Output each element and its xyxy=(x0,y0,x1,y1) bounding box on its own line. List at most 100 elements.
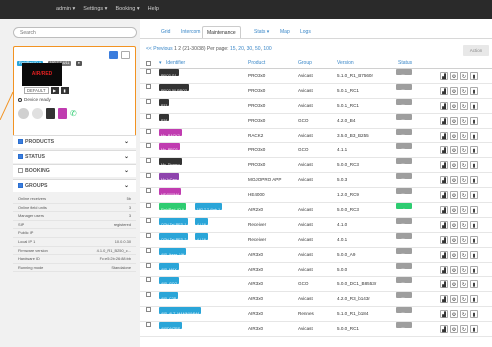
identifier-badge[interactable]: AIR_ALT_MAMMAMMA xyxy=(159,307,202,316)
video-icon[interactable]: ▮ xyxy=(60,87,69,94)
tab-map[interactable]: Map xyxy=(280,26,290,38)
settings-gear-icon[interactable]: ⚙ xyxy=(450,250,458,259)
nav-help[interactable]: Help xyxy=(148,0,159,19)
settings-gear-icon[interactable]: ⚙ xyxy=(450,220,458,229)
chevron-down-icon[interactable]: ⌄ xyxy=(124,136,129,149)
action-button[interactable]: Action xyxy=(463,45,489,56)
settings-gear-icon[interactable]: ⚙ xyxy=(450,310,458,319)
refresh-icon[interactable]: ↻ xyxy=(460,72,468,80)
delete-icon[interactable]: ▮ xyxy=(470,325,478,334)
delete-icon[interactable]: ▮ xyxy=(470,86,478,95)
row-checkbox[interactable] xyxy=(146,69,151,74)
refresh-icon[interactable]: ↻ xyxy=(460,295,468,304)
signal-icon[interactable]: ▟ xyxy=(440,310,448,319)
identifier-badge[interactable]: PRO3-50-PRO3 xyxy=(159,83,189,93)
page-size-50[interactable]: 50 xyxy=(255,46,261,52)
chevron-down-icon[interactable]: ⌄ xyxy=(124,165,129,178)
table-row[interactable]: AIR_ALT_MAMMAMMA AIR3x0 Rennes 5.1.0_R1_b18… xyxy=(140,307,492,323)
identifier-badge[interactable]: AIR_GCO xyxy=(159,277,180,286)
delete-icon[interactable]: ▮ xyxy=(470,146,478,155)
signal-icon[interactable]: ▟ xyxy=(440,295,448,304)
row-checkbox[interactable] xyxy=(146,277,151,283)
row-checkbox[interactable] xyxy=(146,247,151,253)
table-row[interactable]: My_Diverso PRO3x0 Avicast 5.0.0_RC3 offline ▟… xyxy=(140,158,492,174)
stop-icon[interactable] xyxy=(32,108,43,119)
intercom-icon[interactable] xyxy=(58,108,67,119)
booking-checkbox[interactable] xyxy=(18,168,23,174)
signal-icon[interactable]: ▟ xyxy=(440,265,448,274)
settings-gear-icon[interactable]: ⚙ xyxy=(450,86,458,95)
page-size-15[interactable]: 15 xyxy=(230,46,236,52)
col-version[interactable]: Version xyxy=(337,58,354,69)
signal-icon[interactable]: ▟ xyxy=(440,176,448,185)
row-checkbox[interactable] xyxy=(146,232,151,238)
identifier-badge[interactable]: AIR_MAX xyxy=(159,262,179,272)
signal-icon[interactable]: ▟ xyxy=(440,116,448,125)
signal-icon[interactable]: ▟ xyxy=(440,146,448,155)
tab-maintenance[interactable]: Maintenance xyxy=(202,26,241,38)
filter-status[interactable]: STATUS ⌄ xyxy=(13,150,136,163)
device-card[interactable]: FieldRed ID A 192.7.7.4/11 ● AIR/RED DEF… xyxy=(13,46,136,140)
table-row[interactable]: AIR_MAX AIR3x0 Avicast 5.0.0 offline ▟ ⚙ ↻ ▮ xyxy=(140,262,492,278)
delete-icon[interactable]: ▮ xyxy=(470,280,478,289)
chevron-down-icon[interactable]: ⌄ xyxy=(124,151,129,164)
delete-icon[interactable]: ▮ xyxy=(470,131,478,140)
identifier-badge[interactable]: FieldRed_ID A xyxy=(159,203,187,212)
settings-gear-icon[interactable]: ⚙ xyxy=(450,235,458,244)
tab-stats[interactable]: Stats ▾ xyxy=(254,26,269,38)
delete-icon[interactable]: ▮ xyxy=(470,191,478,200)
refresh-icon[interactable]: ↻ xyxy=(460,86,468,95)
row-checkbox[interactable] xyxy=(146,113,151,119)
identifier-badge[interactable]: MoJoCam xyxy=(159,173,180,182)
table-row[interactable]: AIR_C2R AIR3x0 Avicast 4.2.0_R3_b143r offlin… xyxy=(140,292,492,308)
refresh-icon[interactable]: ↻ xyxy=(460,265,468,274)
signal-icon[interactable]: ▟ xyxy=(440,86,448,95)
settings-gear-icon[interactable]: ⚙ xyxy=(450,295,458,304)
page-size-20[interactable]: 20 xyxy=(238,46,244,52)
settings-gear-icon[interactable]: ⚙ xyxy=(450,161,458,170)
identifier-badge[interactable]: AIR_C2R xyxy=(159,292,179,301)
play-icon[interactable]: ▶ xyxy=(50,87,59,94)
settings-gear-icon[interactable]: ⚙ xyxy=(450,265,458,274)
row-checkbox[interactable] xyxy=(146,217,151,223)
row-checkbox[interactable] xyxy=(146,262,151,268)
mode-select[interactable]: DEFAULT xyxy=(24,87,49,94)
signal-icon[interactable]: ▟ xyxy=(440,325,448,334)
table-row[interactable]: AIRDIVTRS AIR3x0 Avicast 5.0.0_RC1 offline ▟ ⚙… xyxy=(140,322,492,338)
delete-icon[interactable]: ▮ xyxy=(470,176,478,185)
identifier-badge[interactable]: AIRDIVTRS xyxy=(159,322,183,331)
signal-icon[interactable]: ▟ xyxy=(440,161,448,170)
filter-booking[interactable]: BOOKING ⌄ xyxy=(13,164,136,177)
groups-checkbox[interactable] xyxy=(18,183,23,189)
nav-settings[interactable]: Settings ▾ xyxy=(83,0,107,19)
signal-icon[interactable]: ▟ xyxy=(440,235,448,244)
list-view-icon[interactable] xyxy=(121,51,130,59)
row-checkbox[interactable] xyxy=(146,143,151,149)
row-checkbox[interactable] xyxy=(146,173,151,179)
table-row[interactable]: PRO3-50-PRO3 PRO3x0 Avicast 5.0.1_RC1 offlin… xyxy=(140,83,492,99)
delete-icon[interactable]: ▮ xyxy=(470,101,478,110)
row-checkbox[interactable] xyxy=(146,83,151,89)
refresh-icon[interactable]: ↻ xyxy=(460,280,468,289)
col-status[interactable]: Status xyxy=(398,58,412,69)
page-size-100[interactable]: 100 xyxy=(263,46,271,52)
identifier-badge[interactable]: HE4000MA xyxy=(159,188,182,197)
refresh-icon[interactable]: ↻ xyxy=(460,325,468,334)
table-row[interactable]: My_RACK2 RACK2 Avicast 3.5.0_B3_B255 offline… xyxy=(140,128,492,144)
settings-gear-icon[interactable]: ⚙ xyxy=(450,176,458,185)
refresh-icon[interactable]: ↻ xyxy=(460,116,468,125)
row-checkbox[interactable] xyxy=(146,203,151,209)
refresh-icon[interactable]: ↻ xyxy=(460,146,468,155)
refresh-icon[interactable]: ↻ xyxy=(460,310,468,319)
table-row[interactable]: FieldRed_ID A 192.7.7.4/ab-1 AIR2x0 Avicast… xyxy=(140,203,492,218)
settings-gear-icon[interactable]: ⚙ xyxy=(450,131,458,140)
refresh-icon[interactable]: ↻ xyxy=(460,176,468,185)
delete-icon[interactable]: ▮ xyxy=(470,295,478,304)
col-group[interactable]: Group xyxy=(298,58,312,69)
settings-gear-icon[interactable]: ⚙ xyxy=(450,146,458,155)
col-product[interactable]: Product xyxy=(248,58,265,69)
grid-view-icon[interactable] xyxy=(109,51,118,59)
refresh-icon[interactable]: ↻ xyxy=(460,220,468,229)
row-checkbox[interactable] xyxy=(146,307,151,313)
microphone-icon[interactable] xyxy=(46,108,55,119)
